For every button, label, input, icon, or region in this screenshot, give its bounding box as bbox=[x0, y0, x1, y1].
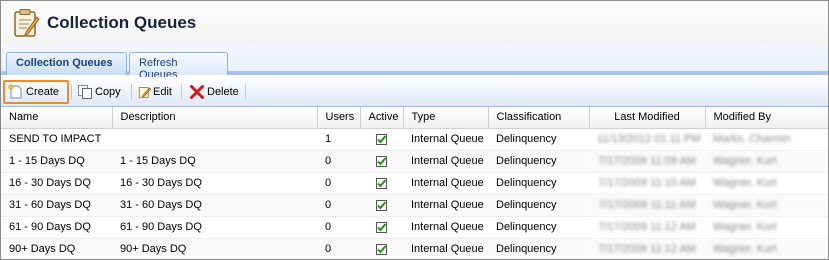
checked-checkbox-icon bbox=[376, 221, 387, 233]
cell-description: 1 - 15 Days DQ bbox=[112, 150, 317, 173]
toolbar-separator bbox=[245, 84, 246, 100]
cell-users: 0 bbox=[317, 238, 360, 259]
create-icon bbox=[8, 84, 22, 99]
cell-classification: Delinquency bbox=[488, 172, 589, 195]
delete-button[interactable]: Delete bbox=[186, 80, 242, 104]
cell-name: SEND TO IMPACT bbox=[1, 128, 112, 151]
tab-strip: Collection Queues Refresh Queues bbox=[1, 45, 828, 81]
toolbar-separator bbox=[181, 84, 182, 100]
toolbar: Create Copy Edit Delete bbox=[1, 77, 828, 107]
toolbar-separator bbox=[131, 84, 132, 100]
checked-checkbox-icon bbox=[376, 199, 387, 211]
cell-type: Internal Queue bbox=[403, 194, 488, 217]
cell-active bbox=[360, 150, 403, 173]
cell-name: 31 - 60 Days DQ bbox=[1, 194, 112, 217]
cell-name: 90+ Days DQ bbox=[1, 238, 112, 259]
copy-label: Copy bbox=[95, 86, 121, 98]
cell-last-modified: 7/17/2009 11:12 AM bbox=[589, 216, 705, 239]
cell-users: 0 bbox=[317, 150, 360, 173]
toolbar-separator bbox=[71, 84, 72, 100]
cell-description: 90+ Days DQ bbox=[112, 238, 317, 259]
cell-name: 16 - 30 Days DQ bbox=[1, 172, 112, 195]
collection-queues-window: Collection Queues Collection Queues Refr… bbox=[0, 0, 829, 260]
page-title: Collection Queues bbox=[47, 13, 197, 32]
cell-type: Internal Queue bbox=[403, 172, 488, 195]
cell-type: Internal Queue bbox=[403, 150, 488, 173]
cell-classification: Delinquency bbox=[488, 238, 589, 259]
cell-users: 0 bbox=[317, 194, 360, 217]
cell-description: 61 - 90 Days DQ bbox=[112, 216, 317, 239]
table-row[interactable]: 61 - 90 Days DQ 61 - 90 Days DQ 0 Intern… bbox=[1, 216, 828, 239]
copy-button[interactable]: Copy bbox=[74, 80, 128, 104]
cell-modified-by: Wagner, Kurt bbox=[705, 150, 828, 173]
cell-active bbox=[360, 128, 403, 151]
queues-grid: Name Description Users Active Type Class… bbox=[1, 107, 828, 259]
cell-active bbox=[360, 194, 403, 217]
cell-modified-by: Wagner, Kurt bbox=[705, 194, 828, 217]
tab-refresh-queues[interactable]: Refresh Queues bbox=[129, 52, 228, 81]
edit-label: Edit bbox=[153, 86, 172, 98]
table-row[interactable]: 1 - 15 Days DQ 1 - 15 Days DQ 0 Internal… bbox=[1, 150, 828, 173]
cell-users: 0 bbox=[317, 172, 360, 195]
cell-modified-by: Wagner, Kurt bbox=[705, 238, 828, 259]
cell-users: 0 bbox=[317, 216, 360, 239]
cell-type: Internal Queue bbox=[403, 238, 488, 259]
cell-modified-by: Wagner, Kurt bbox=[705, 172, 828, 195]
delete-icon bbox=[190, 85, 204, 99]
checked-checkbox-icon bbox=[376, 133, 387, 145]
cell-active bbox=[360, 172, 403, 195]
column-header-description[interactable]: Description bbox=[112, 107, 318, 129]
clipboard-icon bbox=[14, 9, 40, 37]
cell-name: 61 - 90 Days DQ bbox=[1, 216, 112, 239]
cell-modified-by: Marks, Charmin bbox=[705, 128, 828, 151]
column-header-name[interactable]: Name bbox=[1, 107, 113, 129]
table-row[interactable]: SEND TO IMPACT 1 Internal Queue Delinque… bbox=[1, 128, 828, 151]
table-row[interactable]: 16 - 30 Days DQ 16 - 30 Days DQ 0 Intern… bbox=[1, 172, 828, 195]
cell-name: 1 - 15 Days DQ bbox=[1, 150, 112, 173]
cell-type: Internal Queue bbox=[403, 128, 488, 151]
column-header-type[interactable]: Type bbox=[403, 107, 489, 129]
column-header-active[interactable]: Active bbox=[360, 107, 404, 129]
checked-checkbox-icon bbox=[376, 155, 387, 167]
cell-description: 31 - 60 Days DQ bbox=[112, 194, 317, 217]
delete-label: Delete bbox=[207, 86, 239, 98]
checked-checkbox-icon bbox=[376, 177, 387, 189]
cell-description: 16 - 30 Days DQ bbox=[112, 172, 317, 195]
cell-last-modified: 7/17/2009 11:09 AM bbox=[589, 150, 705, 173]
cell-last-modified: 7/17/2009 11:11 AM bbox=[589, 194, 705, 217]
cell-classification: Delinquency bbox=[488, 128, 589, 151]
cell-active bbox=[360, 216, 403, 239]
edit-icon bbox=[138, 87, 152, 98]
cell-description bbox=[112, 128, 317, 151]
column-header-users[interactable]: Users bbox=[317, 107, 361, 129]
cell-type: Internal Queue bbox=[403, 216, 488, 239]
checked-checkbox-icon bbox=[376, 243, 387, 255]
cell-classification: Delinquency bbox=[488, 150, 589, 173]
create-label: Create bbox=[26, 86, 60, 98]
column-header-classification[interactable]: Classification bbox=[488, 107, 590, 129]
cell-last-modified: 11/13/2012 01:11 PM bbox=[589, 128, 705, 151]
cell-last-modified: 7/17/2009 11:10 AM bbox=[589, 172, 705, 195]
grid-header-row: Name Description Users Active Type Class… bbox=[1, 107, 828, 129]
copy-icon bbox=[78, 85, 92, 99]
tab-collection-queues[interactable]: Collection Queues bbox=[6, 52, 127, 75]
edit-button[interactable]: Edit bbox=[135, 80, 175, 104]
cell-classification: Delinquency bbox=[488, 216, 589, 239]
page-header: Collection Queues bbox=[1, 1, 828, 45]
table-row[interactable]: 31 - 60 Days DQ 31 - 60 Days DQ 0 Intern… bbox=[1, 194, 828, 217]
table-row[interactable]: 90+ Days DQ 90+ Days DQ 0 Internal Queue… bbox=[1, 238, 828, 259]
column-header-modified-by[interactable]: Modified By bbox=[705, 107, 828, 129]
column-header-last-modified[interactable]: Last Modified bbox=[589, 107, 706, 129]
cell-classification: Delinquency bbox=[488, 194, 589, 217]
create-button[interactable]: Create bbox=[3, 80, 69, 104]
cell-active bbox=[360, 238, 403, 259]
cell-modified-by: Wagner, Kurt bbox=[705, 216, 828, 239]
cell-last-modified: 7/17/2009 11:12 AM bbox=[589, 238, 705, 259]
cell-users: 1 bbox=[317, 128, 360, 151]
